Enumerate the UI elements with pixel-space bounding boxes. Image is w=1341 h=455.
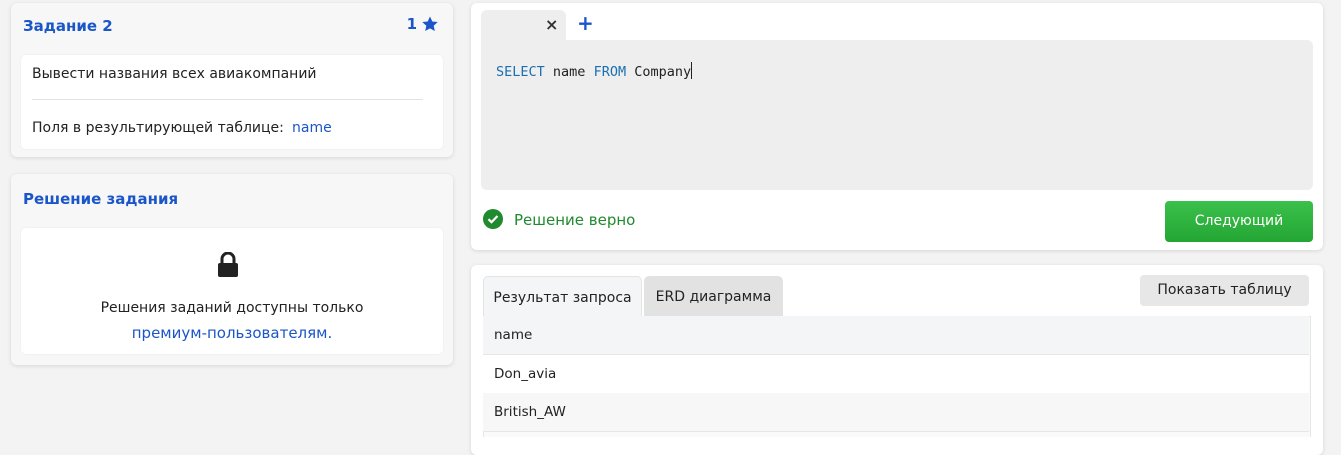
column-header-name: name [494, 327, 533, 343]
sql-code[interactable]: SELECT name FROM Company [496, 62, 693, 80]
table-header: name [483, 316, 1309, 355]
check-circle-icon [483, 209, 503, 229]
fields-label: Поля в результирующей таблице: [32, 120, 284, 136]
premium-link[interactable]: премиум-пользователям. [21, 324, 443, 342]
text-caret [691, 62, 693, 79]
solution-title: Решение задания [23, 190, 179, 208]
editor-tab[interactable]: × [481, 10, 566, 40]
task-title: Задание 2 [23, 17, 113, 35]
star-count: 1 [406, 15, 417, 33]
tab-query-result[interactable]: Результат запроса [483, 276, 642, 317]
task-card: Задание 2 1 Вывести названия всех авиако… [11, 3, 453, 157]
code-keyword: FROM [593, 64, 627, 80]
cell-name: Don_avia [494, 366, 557, 382]
locked-text: Решения заданий доступны только [100, 300, 364, 316]
fields-value: name [292, 120, 332, 136]
table-row: British_AW [483, 393, 1309, 432]
tab-erd-diagram[interactable]: ERD диаграмма [644, 276, 783, 316]
star-icon [422, 16, 438, 32]
close-icon[interactable]: × [545, 15, 558, 34]
lock-icon [218, 252, 238, 277]
table-row: Don_avia [483, 355, 1309, 394]
plus-icon[interactable]: + [577, 11, 594, 35]
code-column: name [552, 64, 586, 80]
show-table-button[interactable]: Показать таблицу [1140, 275, 1309, 306]
code-table: Company [634, 64, 692, 80]
code-keyword: SELECT [496, 64, 545, 80]
task-description: Вывести названия всех авиакомпаний [32, 66, 317, 82]
next-button[interactable]: Следующий [1165, 201, 1313, 242]
cell-name: British_AW [494, 404, 566, 420]
task-body: Вывести названия всех авиакомпаний Поля … [21, 55, 443, 149]
star-rating[interactable]: 1 [407, 15, 439, 33]
status-text: Решение верно [514, 211, 636, 229]
divider [32, 99, 423, 100]
solution-body: Решения заданий доступны только премиум-… [21, 228, 443, 354]
sql-editor[interactable]: SELECT name FROM Company [481, 40, 1313, 190]
solution-card: Решение задания Решения заданий доступны… [11, 174, 453, 365]
